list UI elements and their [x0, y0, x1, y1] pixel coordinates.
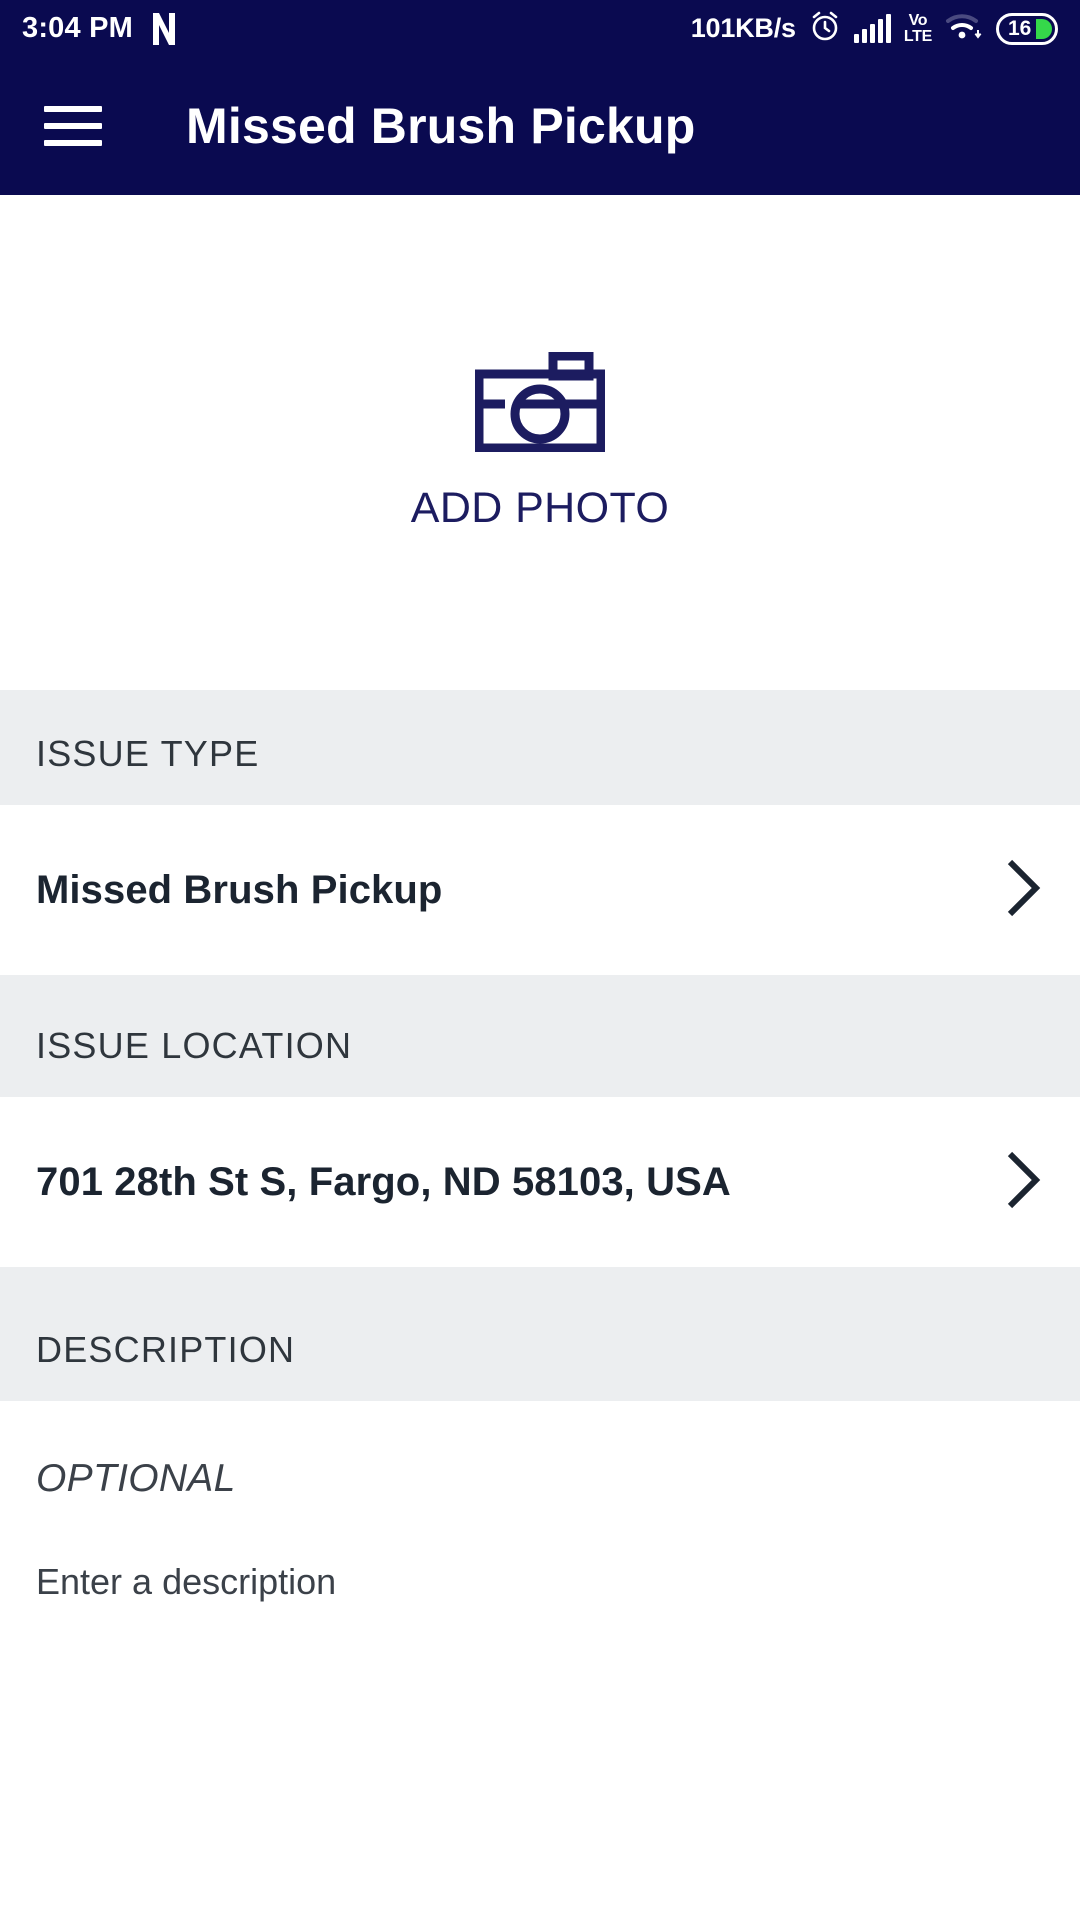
- chevron-right-icon: [1000, 856, 1044, 925]
- volte-bottom-label: LTE: [903, 27, 932, 45]
- row-issue-type[interactable]: Missed Brush Pickup: [0, 805, 1080, 975]
- description-optional-label: OPTIONAL: [36, 1457, 236, 1500]
- row-issue-location[interactable]: 701 28th St S, Fargo, ND 58103, USA: [0, 1097, 1080, 1267]
- alarm-clock-icon: [809, 10, 841, 47]
- netflix-n-logo-icon: [151, 12, 177, 45]
- issue-type-header-label: ISSUE TYPE: [36, 733, 260, 774]
- section-header-description: DESCRIPTION: [0, 1267, 1080, 1401]
- battery-indicator: 16: [996, 12, 1058, 45]
- network-speed-label: 101KB/s: [690, 13, 796, 43]
- battery-fill: [1036, 18, 1052, 39]
- wifi-icon: [945, 10, 983, 47]
- battery-level-label: 16: [1008, 16, 1032, 40]
- hamburger-menu-icon[interactable]: [44, 106, 102, 146]
- description-body[interactable]: OPTIONAL Enter a description: [0, 1401, 1080, 1920]
- description-header-label: DESCRIPTION: [36, 1329, 296, 1370]
- camera-icon: [474, 351, 606, 453]
- app-bar: Missed Brush Pickup: [0, 57, 1080, 195]
- volte-indicator: Vo LTE: [903, 11, 932, 45]
- add-photo-label: ADD PHOTO: [410, 484, 670, 532]
- app-screen: 3:04 PM 101KB/s Vo LTE 16 Missed Brush P…: [0, 0, 1080, 1920]
- volte-top-label: Vo: [908, 11, 928, 29]
- issue-location-value: 701 28th St S, Fargo, ND 58103, USA: [36, 1159, 731, 1204]
- status-bar-clock: 3:04 PM: [22, 12, 133, 44]
- status-bar-icons: 101KB/s Vo LTE 16: [691, 10, 1058, 47]
- issue-type-value: Missed Brush Pickup: [36, 867, 443, 912]
- add-photo-button[interactable]: ADD PHOTO: [0, 195, 1080, 690]
- page-title: Missed Brush Pickup: [186, 98, 696, 154]
- section-header-issue-location: ISSUE LOCATION: [0, 975, 1080, 1097]
- chevron-right-icon: [1000, 1148, 1044, 1217]
- section-header-issue-type: ISSUE TYPE: [0, 690, 1080, 805]
- issue-location-header-label: ISSUE LOCATION: [36, 1025, 353, 1066]
- description-input-hint[interactable]: Enter a description: [36, 1561, 1044, 1603]
- cellular-signal-icon: [853, 13, 891, 43]
- status-bar: 3:04 PM 101KB/s Vo LTE 16: [0, 0, 1080, 57]
